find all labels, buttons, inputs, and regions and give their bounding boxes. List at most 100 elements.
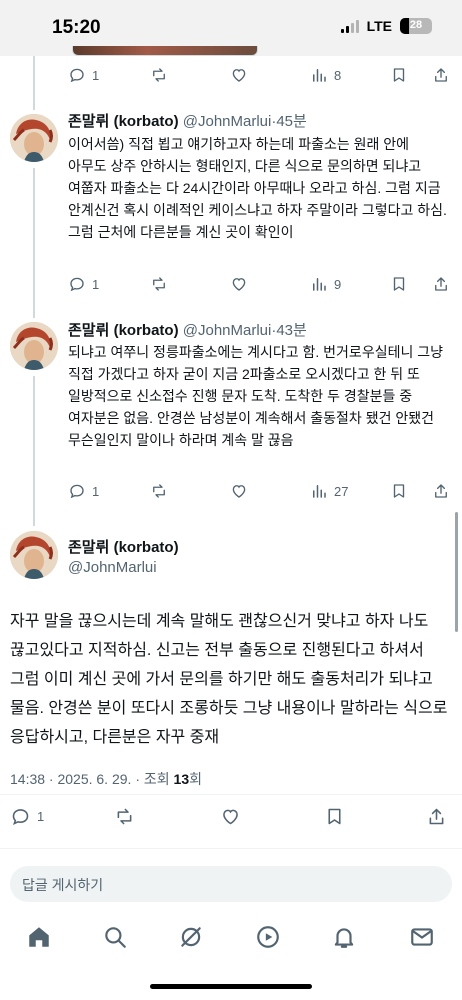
tweet-text: 이어서씀) 직접 뵙고 얘기하고자 하는데 파출소는 원래 안에 아무도 상주 … (68, 136, 447, 240)
reply-icon (12, 809, 29, 825)
reply-count: 1 (37, 809, 45, 824)
grok-icon[interactable] (178, 924, 204, 950)
retweet-icon (153, 277, 165, 291)
thread-line (33, 168, 35, 318)
bookmark-icon (393, 484, 405, 498)
network-label: LTE (366, 18, 392, 34)
bottom-nav (0, 910, 462, 1000)
share-icon (435, 484, 447, 498)
views-icon (313, 278, 326, 291)
search-icon[interactable] (102, 924, 128, 950)
share-button[interactable] (426, 806, 447, 827)
retweet-button[interactable] (150, 66, 168, 84)
view-count: 9 (334, 276, 342, 292)
reply-button[interactable]: 1 (68, 66, 99, 84)
scrollbar[interactable] (455, 512, 458, 632)
share-icon (435, 277, 447, 291)
heart-icon (232, 278, 246, 291)
share-button[interactable] (432, 482, 450, 500)
bookmark-button[interactable] (324, 806, 345, 827)
like-button[interactable] (230, 66, 248, 84)
tweet-media-peek[interactable] (72, 46, 258, 56)
tweet-time[interactable]: 45분 (276, 113, 307, 130)
reply-icon (70, 484, 84, 499)
tweet-meta: 14:38 · 2025. 6. 29. · 조회 13회 (10, 769, 202, 789)
views-button[interactable]: 9 (310, 275, 341, 293)
tweet-text: 되냐고 여쭈니 정릉파출소에는 계시다고 함. 번거로우실테니 그냥 직접 가겠… (68, 344, 443, 448)
thread-line (33, 56, 35, 110)
reply-input[interactable]: 답글 게시하기 (10, 866, 452, 902)
retweet-button[interactable] (114, 806, 135, 827)
reply-placeholder: 답글 게시하기 (22, 877, 104, 893)
bookmark-button[interactable] (390, 482, 408, 500)
reply-count: 1 (92, 276, 100, 292)
home-icon[interactable] (26, 924, 52, 950)
home-indicator (150, 984, 312, 989)
reply-button[interactable]: 1 (68, 482, 99, 500)
display-name[interactable]: 존말뤼 (korbato) (68, 322, 179, 339)
view-count: 13 (173, 771, 190, 787)
status-bar: 15:20 LTE 28 (0, 0, 462, 56)
retweet-icon (117, 808, 132, 825)
views-icon (313, 69, 326, 82)
share-button[interactable] (432, 275, 450, 293)
avatar-image (10, 114, 58, 162)
status-time: 15:20 (52, 17, 101, 38)
bookmark-icon (328, 808, 341, 825)
divider (0, 848, 462, 849)
retweet-button[interactable] (150, 275, 168, 293)
avatar-image (10, 531, 58, 579)
user-handle[interactable]: @JohnMarlui (183, 322, 272, 339)
bookmark-button[interactable] (390, 275, 408, 293)
like-button[interactable] (220, 806, 241, 827)
tweet-actions: 1 9 (68, 275, 450, 297)
bookmark-button[interactable] (390, 66, 408, 84)
retweet-icon (153, 484, 165, 498)
user-handle[interactable]: @JohnMarlui (68, 559, 157, 576)
reply-count: 1 (92, 67, 100, 83)
avatar[interactable] (10, 322, 58, 370)
display-name[interactable]: 존말뤼 (korbato) (68, 536, 179, 557)
main-tweet-actions: 1 (10, 806, 450, 830)
reply-button[interactable]: 1 (10, 806, 44, 827)
views-icon (313, 485, 326, 498)
share-icon (435, 68, 447, 82)
like-button[interactable] (230, 275, 248, 293)
tweet-actions: 1 8 (68, 66, 450, 88)
avatar[interactable] (10, 531, 58, 579)
tweet-actions: 1 27 (68, 482, 450, 504)
view-count: 8 (334, 67, 342, 83)
status-indicators: LTE 28 (340, 18, 432, 34)
heart-icon (232, 69, 246, 82)
signal-icon (340, 19, 359, 33)
user-handle[interactable]: @JohnMarlui (183, 113, 272, 130)
messages-icon[interactable] (409, 924, 435, 950)
tweet-timestamp[interactable]: 14:38 · 2025. 6. 29. · 조회 (10, 771, 170, 787)
main-tweet-text: 자꾸 말을 끊으시는데 계속 말해도 괜찮으신거 맞냐고 하자 나도 끊고있다고… (10, 613, 448, 746)
tweet-time[interactable]: 43분 (276, 322, 307, 339)
reply-count: 1 (92, 483, 100, 499)
battery-icon: 28 (400, 18, 432, 34)
view-suffix: 회 (189, 771, 202, 787)
like-button[interactable] (230, 482, 248, 500)
share-icon (429, 808, 444, 825)
bookmark-icon (393, 68, 405, 82)
video-icon[interactable] (255, 924, 281, 950)
view-count: 27 (334, 483, 349, 499)
reply-icon (70, 68, 84, 83)
tweet-header: 존말뤼 (korbato) @JohnMarlui·45분 (68, 113, 307, 130)
retweet-icon (153, 68, 165, 82)
display-name[interactable]: 존말뤼 (korbato) (68, 113, 179, 130)
tweet-header: 존말뤼 (korbato) @JohnMarlui·43분 (68, 322, 307, 339)
battery-level: 28 (409, 19, 423, 31)
thread-line (33, 376, 35, 526)
avatar[interactable] (10, 114, 58, 162)
heart-icon (232, 485, 246, 498)
reply-icon (70, 277, 84, 292)
share-button[interactable] (432, 66, 450, 84)
retweet-button[interactable] (150, 482, 168, 500)
reply-button[interactable]: 1 (68, 275, 99, 293)
views-button[interactable]: 8 (310, 66, 341, 84)
views-button[interactable]: 27 (310, 482, 348, 500)
notifications-icon[interactable] (331, 924, 357, 950)
